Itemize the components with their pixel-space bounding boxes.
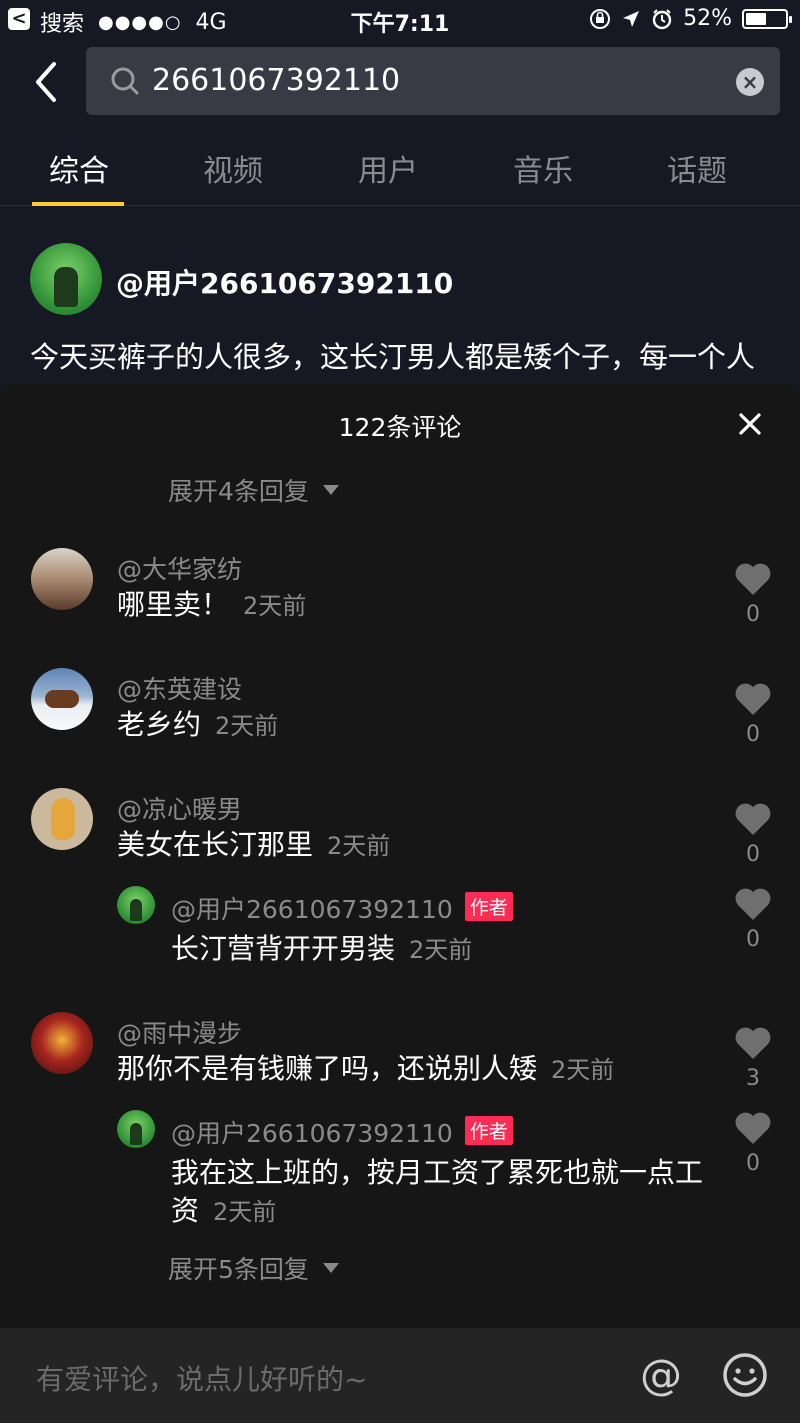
comment-author[interactable]: @大华家纺 xyxy=(117,550,242,586)
comment-body: 美女在长汀那里 xyxy=(117,828,314,861)
search-query[interactable]: 2661067392110 xyxy=(152,63,400,98)
search-tabs: 综合 视频 用户 音乐 话题 xyxy=(0,132,800,206)
post-author-avatar[interactable] xyxy=(30,243,102,315)
tab-videos[interactable]: 视频 xyxy=(203,146,263,190)
close-icon[interactable] xyxy=(734,408,766,440)
like-count: 0 xyxy=(746,722,760,747)
like-button[interactable]: 0 xyxy=(733,887,773,952)
author-badge: 作者 xyxy=(464,892,513,921)
comment-input-bar: 有爱评论，说点儿好听的~ @ xyxy=(0,1328,800,1423)
like-count: 0 xyxy=(746,602,760,627)
comment-text: 那你不是有钱赚了吗，还说别人矮 2天前 xyxy=(117,1050,614,1089)
comment-text: 老乡约 2天前 xyxy=(117,706,278,745)
expand-replies-button[interactable]: 展开5条回复 xyxy=(168,1250,339,1286)
comment-author[interactable]: @东英建设 xyxy=(117,670,242,706)
comment-text: 哪里卖！ 2天前 xyxy=(117,586,306,625)
reply-text: 我在这上班的，按月工资了累死也就一点工资 2天前 xyxy=(171,1154,711,1231)
tab-users[interactable]: 用户 xyxy=(358,146,418,190)
avatar[interactable] xyxy=(31,668,93,730)
like-button[interactable]: 0 xyxy=(733,562,773,627)
battery-percent: 52% xyxy=(683,6,732,31)
expand-replies-label: 展开5条回复 xyxy=(168,1255,309,1284)
comment-author[interactable]: @雨中漫步 xyxy=(117,1014,242,1050)
like-count: 0 xyxy=(746,842,760,867)
like-count: 0 xyxy=(746,927,760,952)
reply-body: 长汀营背开开男装 xyxy=(171,932,396,965)
heart-icon xyxy=(735,683,771,715)
tab-comprehensive[interactable]: 综合 xyxy=(49,146,109,190)
search-icon xyxy=(111,67,139,95)
avatar[interactable] xyxy=(117,1110,155,1148)
caret-down-icon xyxy=(322,485,339,495)
mention-icon[interactable]: @ xyxy=(636,1350,686,1400)
comments-count-title: 122条评论 xyxy=(338,413,462,442)
comment-time: 2天前 xyxy=(243,592,307,620)
location-icon xyxy=(623,10,640,27)
comment-time: 2天前 xyxy=(327,832,391,860)
avatar[interactable] xyxy=(117,886,155,924)
comment-author[interactable]: @凉心暖男 xyxy=(117,790,242,826)
post-caption: 今天买裤子的人很多，这长汀男人都是矮个子，每一个人买了裤子都要剪裤脚边，都是我在… xyxy=(30,340,756,388)
tab-music[interactable]: 音乐 xyxy=(513,146,573,190)
caret-down-icon xyxy=(322,1263,339,1273)
expand-replies-button[interactable]: 展开4条回复 xyxy=(168,472,339,508)
comment-text: 美女在长汀那里 2天前 xyxy=(117,826,390,865)
heart-icon xyxy=(735,888,771,920)
comment-time: 2天前 xyxy=(551,1056,615,1084)
avatar[interactable] xyxy=(31,548,93,610)
orientation-lock-icon xyxy=(590,8,611,29)
like-button[interactable]: 0 xyxy=(733,1111,773,1176)
comment-body: 哪里卖！ xyxy=(117,588,230,621)
reply-time: 2天前 xyxy=(213,1198,277,1226)
reply-text: 长汀营背开开男装 2天前 xyxy=(171,930,472,969)
back-arrow-icon[interactable] xyxy=(28,58,68,106)
heart-icon xyxy=(735,1112,771,1144)
post-author-name[interactable]: @用户2661067392110 xyxy=(116,262,453,302)
comments-sheet: 122条评论 展开4条回复 @大华家纺 哪里卖！ 2天前 0 @东英建设 老乡约 2… xyxy=(0,384,800,1423)
emoji-icon[interactable] xyxy=(720,1350,770,1400)
tab-topics[interactable]: 话题 xyxy=(667,146,727,190)
alarm-icon xyxy=(652,8,672,29)
heart-icon xyxy=(735,1027,771,1059)
reply-author[interactable]: @用户2661067392110 作者 xyxy=(171,1114,513,1150)
like-count: 0 xyxy=(746,1151,760,1176)
reply-time: 2天前 xyxy=(409,936,473,964)
comment-time: 2天前 xyxy=(215,712,279,740)
like-button[interactable]: 0 xyxy=(733,682,773,747)
comment-body: 那你不是有钱赚了吗，还说别人矮 xyxy=(117,1052,538,1085)
battery-icon xyxy=(742,8,792,29)
like-button[interactable]: 0 xyxy=(733,802,773,867)
like-count: 3 xyxy=(746,1066,760,1091)
avatar[interactable] xyxy=(31,1012,93,1074)
clear-icon[interactable]: × xyxy=(736,68,764,96)
heart-icon xyxy=(735,803,771,835)
expand-replies-label: 展开4条回复 xyxy=(168,477,309,506)
reply-author-name: @用户2661067392110 xyxy=(171,895,453,924)
heart-icon xyxy=(735,563,771,595)
like-button[interactable]: 3 xyxy=(733,1026,773,1091)
comment-input[interactable]: 有爱评论，说点儿好听的~ xyxy=(36,1358,367,1398)
avatar[interactable] xyxy=(31,788,93,850)
reply-author-name: @用户2661067392110 xyxy=(171,1119,453,1148)
author-badge: 作者 xyxy=(464,1116,513,1145)
comment-body: 老乡约 xyxy=(117,708,202,741)
reply-author[interactable]: @用户2661067392110 作者 xyxy=(171,890,513,926)
status-bar: < 搜索 ●●●●○ 4G 下午7:11 52% xyxy=(0,0,800,40)
search-input[interactable]: 2661067392110 × xyxy=(86,47,780,115)
active-tab-indicator xyxy=(32,202,124,206)
